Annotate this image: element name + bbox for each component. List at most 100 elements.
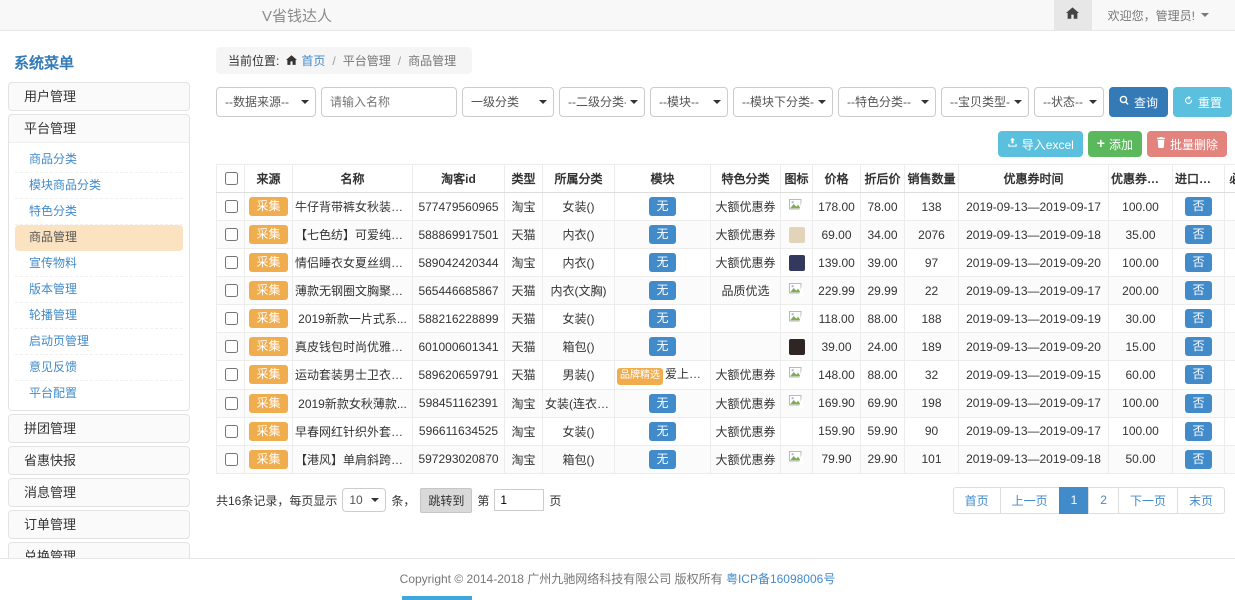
category2-select[interactable]: --二级分类-- <box>559 87 645 117</box>
filter-selects-slot: 一级分类--二级分类----模块----模块下分类----特色分类----宝贝类… <box>462 87 1104 117</box>
page-number-input[interactable] <box>494 489 544 511</box>
module-sub-select[interactable]: --模块下分类-- <box>733 87 833 117</box>
row-checkbox[interactable] <box>225 368 238 381</box>
category1-select[interactable]: 一级分类 <box>462 87 554 117</box>
table-row: 采集【港风】单肩斜跨链条...597293020870淘宝箱包()无大额优惠券7… <box>217 445 1235 473</box>
row-checkbox[interactable] <box>225 228 238 241</box>
page-button[interactable]: 末页 <box>1177 487 1225 514</box>
row-checkbox[interactable] <box>225 453 238 466</box>
import-toggle[interactable]: 否 <box>1185 197 1211 216</box>
breadcrumb-separator: / <box>332 54 335 68</box>
broken-image-icon <box>789 313 804 327</box>
per-page-select[interactable]: 10 <box>342 488 386 512</box>
taoke-id: 565446685867 <box>413 277 505 305</box>
price-cell: 118.00 <box>813 305 861 333</box>
row-checkbox[interactable] <box>225 312 238 325</box>
page-button[interactable]: 上一页 <box>1000 487 1060 514</box>
product-name: 【七色纺】可爱纯棉家... <box>293 221 413 249</box>
sidebar-item[interactable]: 版本管理 <box>15 277 183 303</box>
discount-price-cell: 29.99 <box>861 277 905 305</box>
name-search-input[interactable] <box>321 87 457 117</box>
sidebar-item[interactable]: 宣传物料 <box>15 251 183 277</box>
category-cell: 男装() <box>543 361 615 390</box>
sidebar-item[interactable]: 特色分类 <box>15 199 183 225</box>
sidebar-group: 消息管理 <box>8 478 190 507</box>
row-checkbox[interactable] <box>225 425 238 438</box>
sidebar-item[interactable]: 意见反馈 <box>15 355 183 381</box>
breadcrumb-home-link[interactable]: 首页 <box>286 52 325 69</box>
must-buy-toggle-cell: 否 <box>1225 361 1235 390</box>
select-all-checkbox[interactable] <box>225 172 238 185</box>
item-type-select[interactable]: --宝贝类型-- <box>941 87 1029 117</box>
table-row: 采集情侣睡衣女夏丝绸男士...589042420344淘宝内衣()无大额优惠券1… <box>217 249 1235 277</box>
jump-button[interactable]: 跳转到 <box>420 488 472 513</box>
module-select[interactable]: --模块-- <box>650 87 728 117</box>
source-select[interactable]: --数据来源-- <box>216 87 316 117</box>
coupon-amount-cell: 30.00 <box>1109 305 1173 333</box>
sidebar-group-header[interactable]: 用户管理 <box>9 83 189 110</box>
source-badge: 采集 <box>249 337 287 356</box>
page-button[interactable]: 2 <box>1088 487 1119 514</box>
import-toggle[interactable]: 否 <box>1185 337 1211 356</box>
sidebar-item[interactable]: 商品管理 <box>15 225 183 251</box>
sidebar-group: 拼团管理 <box>8 414 190 443</box>
trash-icon <box>1156 137 1166 151</box>
table-row: 采集【七色纺】可爱纯棉家...588869917501天猫内衣()无大额优惠券6… <box>217 221 1235 249</box>
status-select[interactable]: --状态-- <box>1034 87 1104 117</box>
sidebar-group-header[interactable]: 订单管理 <box>9 511 189 538</box>
sidebar-item[interactable]: 启动页管理 <box>15 329 183 355</box>
sidebar-item[interactable]: 商品分类 <box>15 147 183 173</box>
breadcrumb-section: 商品管理 <box>408 52 456 69</box>
product-thumbnail <box>789 255 805 271</box>
sidebar-group-header[interactable]: 省惠快报 <box>9 447 189 474</box>
sidebar-menu: 用户管理平台管理商品分类模块商品分类特色分类商品管理宣传物料版本管理轮播管理启动… <box>8 82 190 600</box>
row-checkbox[interactable] <box>225 200 238 213</box>
product-name: 牛仔背带裤女秋装减龄... <box>293 193 413 221</box>
row-checkbox[interactable] <box>225 340 238 353</box>
category-cell: 内衣() <box>543 221 615 249</box>
batch-delete-button[interactable]: 批量删除 <box>1147 131 1227 157</box>
import-toggle[interactable]: 否 <box>1185 394 1211 413</box>
import-toggle[interactable]: 否 <box>1185 281 1211 300</box>
column-header: 特色分类 <box>711 165 781 193</box>
page-button[interactable]: 1 <box>1059 487 1090 514</box>
feature-cell <box>711 305 781 333</box>
row-checkbox[interactable] <box>225 397 238 410</box>
import-toggle[interactable]: 否 <box>1185 450 1211 469</box>
import-toggle[interactable]: 否 <box>1185 225 1211 244</box>
import-toggle[interactable]: 否 <box>1185 365 1211 384</box>
price-cell: 79.90 <box>813 445 861 473</box>
page-button[interactable]: 下一页 <box>1118 487 1178 514</box>
feature-select[interactable]: --特色分类-- <box>838 87 936 117</box>
row-checkbox[interactable] <box>225 256 238 269</box>
add-button[interactable]: 添加 <box>1088 131 1142 157</box>
import-toggle[interactable]: 否 <box>1185 422 1211 441</box>
table-row: 采集2019新款女秋薄款...598451162391淘宝女装(连衣裙)无大额优… <box>217 389 1235 417</box>
sidebar-item[interactable]: 模块商品分类 <box>15 173 183 199</box>
sales-cell: 2076 <box>905 221 959 249</box>
icp-link[interactable]: 粤ICP备16098006号 <box>726 572 835 586</box>
product-name: 【港风】单肩斜跨链条... <box>293 445 413 473</box>
home-button[interactable] <box>1054 0 1092 30</box>
user-menu[interactable]: 欢迎您，管理员! <box>1108 7 1209 24</box>
sidebar-group-header[interactable]: 消息管理 <box>9 479 189 506</box>
icon-cell <box>781 277 813 305</box>
sidebar-item[interactable]: 轮播管理 <box>15 303 183 329</box>
import-toggle[interactable]: 否 <box>1185 309 1211 328</box>
row-checkbox[interactable] <box>225 284 238 297</box>
module-cell: 无 <box>615 277 711 305</box>
sidebar-group-header[interactable]: 拼团管理 <box>9 415 189 442</box>
sidebar-item[interactable]: 平台配置 <box>15 381 183 406</box>
search-button[interactable]: 查询 <box>1109 87 1168 117</box>
feature-cell: 大额优惠券 <box>711 417 781 445</box>
sidebar-group-header[interactable]: 平台管理 <box>9 115 189 142</box>
page-button[interactable]: 首页 <box>953 487 1001 514</box>
discount-price-cell: 29.90 <box>861 445 905 473</box>
reset-button[interactable]: 重置 <box>1173 87 1232 117</box>
import-toggle[interactable]: 否 <box>1185 253 1211 272</box>
table-row: 采集薄款无钢圈文胸聚拢性...565446685867天猫内衣(文胸)无品质优选… <box>217 277 1235 305</box>
sales-cell: 188 <box>905 305 959 333</box>
checkbox-cell <box>217 333 245 361</box>
import-excel-button[interactable]: 导入excel <box>998 131 1083 157</box>
broken-image-icon <box>789 453 804 467</box>
